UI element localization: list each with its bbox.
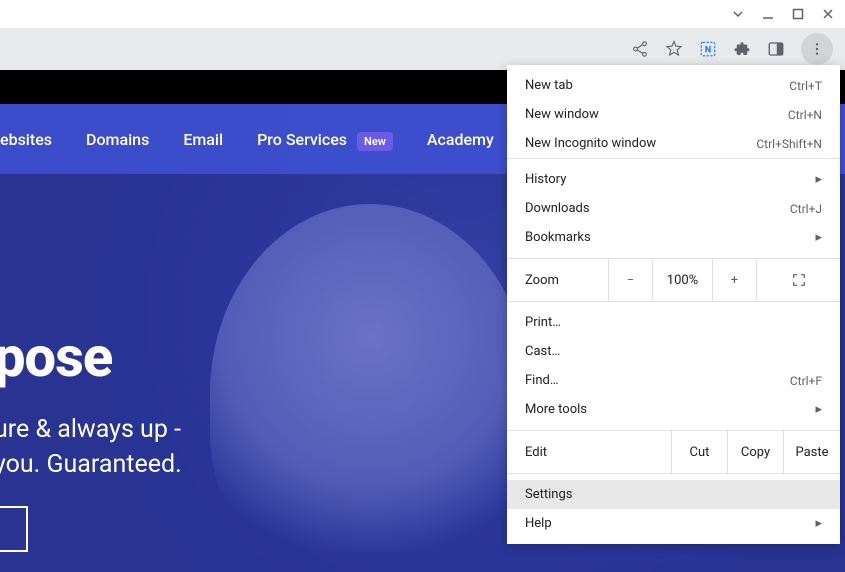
zoom-out-button[interactable]: − (609, 259, 653, 301)
menu-more-tools[interactable]: More tools ▸ (507, 395, 840, 424)
menu-label: Help (525, 516, 552, 531)
zoom-label: Zoom (507, 259, 609, 301)
menu-zoom-row: Zoom − 100% + (507, 258, 840, 302)
cut-button[interactable]: Cut (672, 431, 728, 473)
menu-label: History (525, 172, 566, 187)
submenu-arrow-icon: ▸ (815, 172, 822, 187)
edit-label: Edit (507, 431, 672, 473)
menu-help[interactable]: Help ▸ (507, 509, 840, 538)
menu-cast[interactable]: Cast… (507, 337, 840, 366)
menu-new-tab[interactable]: New tab Ctrl+T (507, 71, 840, 100)
extension-n-icon[interactable]: N (699, 40, 717, 58)
hero-cta-button[interactable] (0, 506, 28, 552)
maximize-icon[interactable] (791, 7, 805, 21)
browser-toolbar: N (0, 28, 845, 70)
menu-label: Bookmarks (525, 230, 591, 245)
menu-print[interactable]: Print… (507, 308, 840, 337)
paste-button[interactable]: Paste (784, 431, 840, 473)
menu-label: Cast… (525, 344, 560, 359)
menu-shortcut: Ctrl+F (790, 374, 822, 388)
nav-academy[interactable]: Academy (427, 130, 494, 149)
menu-label: New tab (525, 78, 573, 93)
fullscreen-button[interactable] (757, 259, 840, 301)
menu-label: Find… (525, 373, 559, 388)
fullscreen-icon (791, 272, 807, 288)
zoom-value: 100% (653, 259, 713, 301)
menu-label: Downloads (525, 201, 590, 216)
bookmark-star-icon[interactable] (665, 40, 683, 58)
menu-edit-row: Edit Cut Copy Paste (507, 430, 840, 474)
chrome-menu-button[interactable] (801, 33, 833, 65)
svg-text:N: N (705, 45, 711, 55)
menu-shortcut: Ctrl+T (789, 79, 822, 93)
submenu-arrow-icon: ▸ (815, 230, 822, 245)
nav-domains[interactable]: Domains (86, 130, 149, 149)
sidepanel-icon[interactable] (767, 40, 785, 58)
new-badge: New (357, 132, 393, 151)
menu-label: More tools (525, 402, 587, 417)
menu-settings[interactable]: Settings (507, 480, 840, 509)
window-titlebar (0, 0, 845, 28)
menu-label: New window (525, 107, 599, 122)
minimize-icon[interactable] (761, 7, 775, 21)
nav-item-label: Pro Services (257, 130, 347, 149)
nav-websites[interactable]: ebsites (0, 130, 52, 149)
menu-bookmarks[interactable]: Bookmarks ▸ (507, 223, 840, 252)
extensions-puzzle-icon[interactable] (733, 40, 751, 58)
menu-find[interactable]: Find… Ctrl+F (507, 366, 840, 395)
menu-shortcut: Ctrl+Shift+N (756, 137, 822, 151)
chrome-menu: New tab Ctrl+T New window Ctrl+N New Inc… (507, 65, 840, 544)
zoom-in-button[interactable]: + (713, 259, 757, 301)
submenu-arrow-icon: ▸ (815, 516, 822, 531)
menu-new-incognito[interactable]: New Incognito window Ctrl+Shift+N (507, 129, 840, 158)
submenu-arrow-icon: ▸ (815, 402, 822, 417)
share-icon[interactable] (631, 40, 649, 58)
menu-label: Settings (525, 487, 572, 502)
menu-shortcut: Ctrl+J (790, 202, 822, 216)
tab-dropdown-icon[interactable] (731, 7, 745, 21)
copy-button[interactable]: Copy (728, 431, 784, 473)
vertical-dots-icon (808, 40, 826, 58)
menu-label: Print… (525, 315, 561, 330)
nav-pro-services[interactable]: Pro Services New (257, 130, 393, 149)
menu-shortcut: Ctrl+N (788, 108, 822, 122)
menu-downloads[interactable]: Downloads Ctrl+J (507, 194, 840, 223)
nav-email[interactable]: Email (183, 130, 223, 149)
menu-new-window[interactable]: New window Ctrl+N (507, 100, 840, 129)
menu-history[interactable]: History ▸ (507, 165, 840, 194)
close-icon[interactable] (821, 7, 835, 21)
menu-label: New Incognito window (525, 136, 656, 151)
